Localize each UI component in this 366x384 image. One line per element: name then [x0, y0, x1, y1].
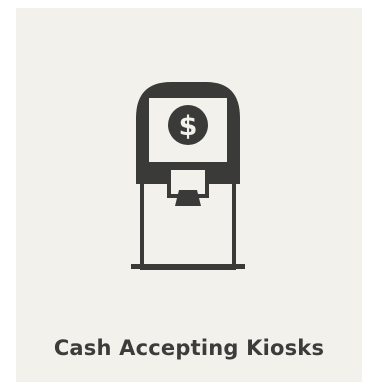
dollar-sign: $: [179, 111, 198, 142]
cash-kiosk-icon: $: [16, 8, 362, 308]
card-title: Cash Accepting Kiosks: [53, 336, 325, 360]
cash-kiosk-card[interactable]: $ Cash Accepting Kiosks: [16, 8, 362, 382]
